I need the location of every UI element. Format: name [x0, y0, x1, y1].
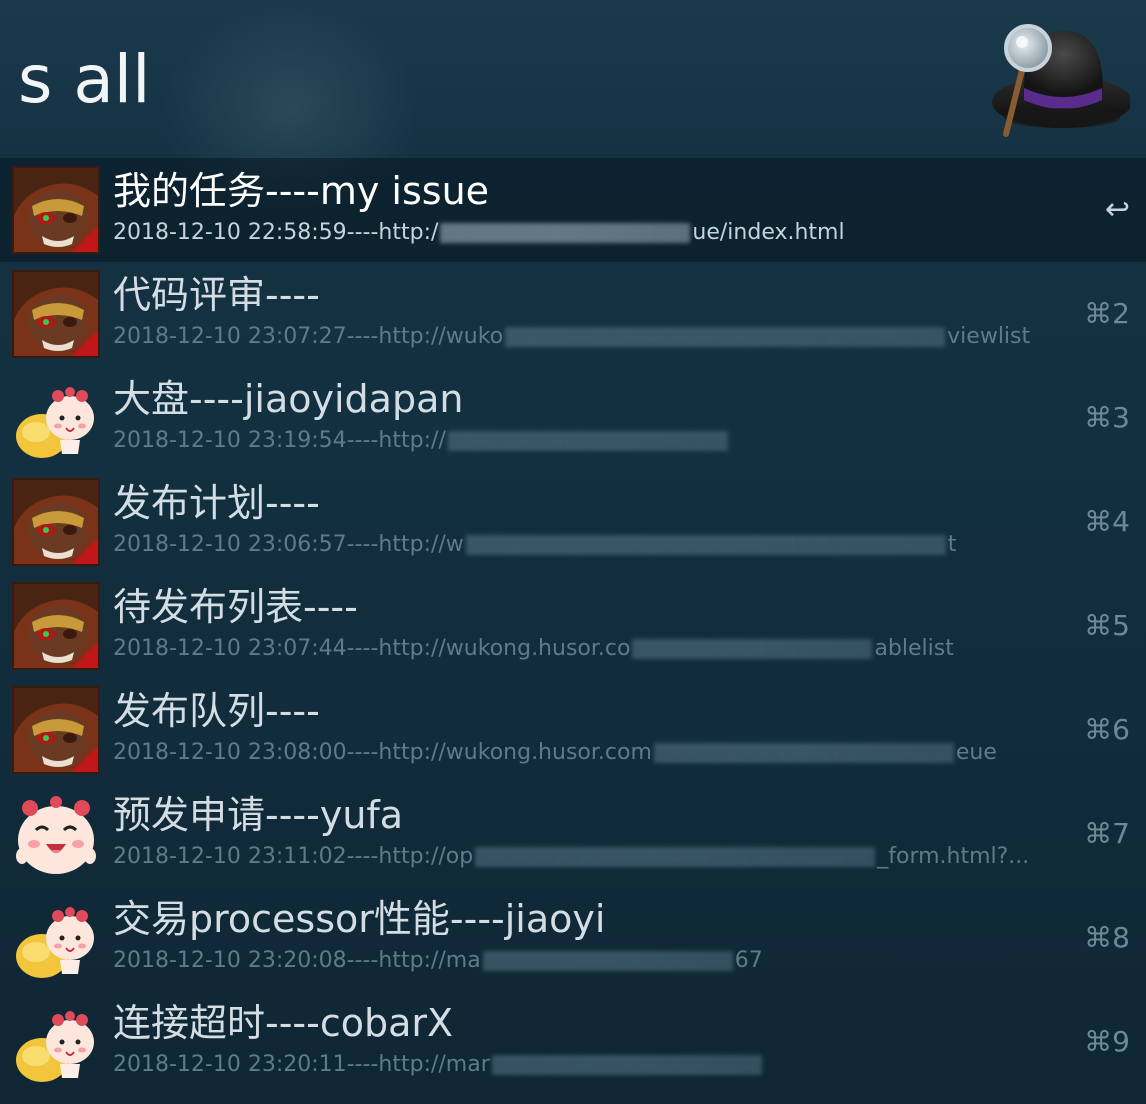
result-subtitle-text: 2018-12-10 23:08:00----http://wukong.hus… — [113, 740, 652, 765]
shortcut-cmd-4: ⌘4 — [1084, 505, 1130, 538]
alfred-window: 我的任务----my issue 2018-12-10 22:58:59----… — [0, 0, 1146, 1104]
result-subtitle-text: 2018-12-10 22:58:59----http:/ — [113, 220, 439, 245]
result-title: 连接超时----cobarX — [113, 1001, 454, 1045]
search-input[interactable] — [18, 30, 918, 130]
result-subtitle: 2018-12-10 23:20:08----http://ma 67 — [113, 946, 1073, 976]
result-title: 交易processor性能----jiaoyi — [113, 897, 606, 941]
shortcut-cmd-9: ⌘9 — [1084, 1025, 1130, 1058]
result-subtitle-tail: eue — [955, 740, 997, 765]
result-subtitle-text: 2018-12-10 23:19:54----http:// — [113, 428, 446, 453]
redacted-url — [505, 327, 946, 347]
result-subtitle-text: 2018-12-10 23:07:27----http://wuko — [113, 324, 504, 349]
monkey-king-avatar-icon — [12, 686, 100, 774]
result-subtitle: 2018-12-10 23:20:11----http://mar — [113, 1050, 1073, 1080]
result-row-pending-release-list[interactable]: 待发布列表---- 2018-12-10 23:07:44----http://… — [0, 574, 1146, 678]
result-subtitle-text: 2018-12-10 23:11:02----http://op — [113, 844, 474, 869]
monkey-king-avatar-icon — [12, 166, 100, 254]
result-subtitle: 2018-12-10 23:07:27----http://wuko viewli… — [113, 322, 1073, 352]
result-subtitle-tail: 67 — [734, 948, 763, 973]
mascot-with-bag-icon — [16, 907, 94, 978]
result-row-release-plan[interactable]: 发布计划---- 2018-12-10 23:06:57----http://w… — [0, 470, 1146, 574]
shortcut-cmd-7: ⌘7 — [1084, 817, 1130, 850]
mascot-with-bag-icon — [16, 387, 94, 458]
results-list: 我的任务----my issue 2018-12-10 22:58:59----… — [0, 158, 1146, 1094]
result-row-code-review[interactable]: 代码评审---- 2018-12-10 23:07:27----http://w… — [0, 262, 1146, 366]
alfred-hat-logo-icon — [992, 24, 1130, 137]
result-row-processor-performance[interactable]: 交易processor性能----jiaoyi 2018-12-10 23:20… — [0, 886, 1146, 990]
result-title: 预发申请----yufa — [113, 793, 404, 837]
redacted-url — [632, 639, 873, 659]
redacted-url — [465, 535, 946, 555]
result-row-my-issue[interactable]: 我的任务----my issue 2018-12-10 22:58:59----… — [0, 158, 1146, 262]
result-subtitle: 2018-12-10 22:58:59----http:/ ue/index.ht… — [113, 218, 1073, 248]
shortcut-cmd-2: ⌘2 — [1084, 297, 1130, 330]
redacted-url — [440, 223, 691, 243]
result-title: 待发布列表---- — [113, 585, 358, 629]
result-subtitle-tail: _form.html?... — [877, 844, 1030, 869]
result-row-yufa[interactable]: 预发申请----yufa 2018-12-10 23:11:02----http… — [0, 782, 1146, 886]
shortcut-cmd-5: ⌘5 — [1084, 609, 1130, 642]
result-title: 大盘----jiaoyidapan — [113, 377, 464, 421]
result-title: 我的任务----my issue — [113, 169, 490, 213]
monkey-king-avatar-icon — [12, 270, 100, 358]
result-subtitle-tail: ablelist — [874, 636, 954, 661]
result-subtitle-text: 2018-12-10 23:07:44----http://wukong.hus… — [113, 636, 631, 661]
result-row-release-queue[interactable]: 发布队列---- 2018-12-10 23:08:00----http://w… — [0, 678, 1146, 782]
result-subtitle-tail: ue/index.html — [692, 220, 845, 245]
monkey-king-avatar-icon — [12, 478, 100, 566]
result-title: 代码评审---- — [113, 273, 320, 317]
redacted-url — [653, 743, 954, 763]
result-subtitle: 2018-12-10 23:06:57----http://w t — [113, 530, 1073, 560]
mascot-with-bag-icon — [16, 1011, 94, 1082]
result-subtitle-tail: viewlist — [947, 324, 1031, 349]
enter-shortcut: ↩ — [1104, 192, 1130, 227]
search-bar — [0, 0, 1146, 158]
shortcut-cmd-8: ⌘8 — [1084, 921, 1130, 954]
result-title: 发布计划---- — [113, 481, 320, 525]
result-subtitle-text: 2018-12-10 23:06:57----http://w — [113, 532, 464, 557]
result-subtitle: 2018-12-10 23:11:02----http://op _form.ht… — [113, 842, 1073, 872]
result-row-connection-timeout[interactable]: 连接超时----cobarX 2018-12-10 23:20:11----ht… — [0, 990, 1146, 1094]
redacted-url — [482, 951, 733, 971]
result-subtitle-text: 2018-12-10 23:20:11----http://mar — [113, 1052, 490, 1077]
mascot-face-icon — [16, 796, 96, 874]
result-title: 发布队列---- — [113, 689, 320, 733]
redacted-url — [475, 847, 876, 867]
redacted-url — [491, 1055, 762, 1075]
result-subtitle: 2018-12-10 23:08:00----http://wukong.hus… — [113, 738, 1073, 768]
redacted-url — [447, 431, 728, 451]
result-row-dapan[interactable]: 大盘----jiaoyidapan 2018-12-10 23:19:54---… — [0, 366, 1146, 470]
result-subtitle-text: 2018-12-10 23:20:08----http://ma — [113, 948, 481, 973]
result-subtitle: 2018-12-10 23:07:44----http://wukong.hus… — [113, 634, 1073, 664]
shortcut-cmd-6: ⌘6 — [1084, 713, 1130, 746]
result-subtitle-tail: t — [947, 532, 957, 557]
shortcut-cmd-3: ⌘3 — [1084, 401, 1130, 434]
result-subtitle: 2018-12-10 23:19:54----http:// — [113, 426, 1073, 456]
monkey-king-avatar-icon — [12, 582, 100, 670]
